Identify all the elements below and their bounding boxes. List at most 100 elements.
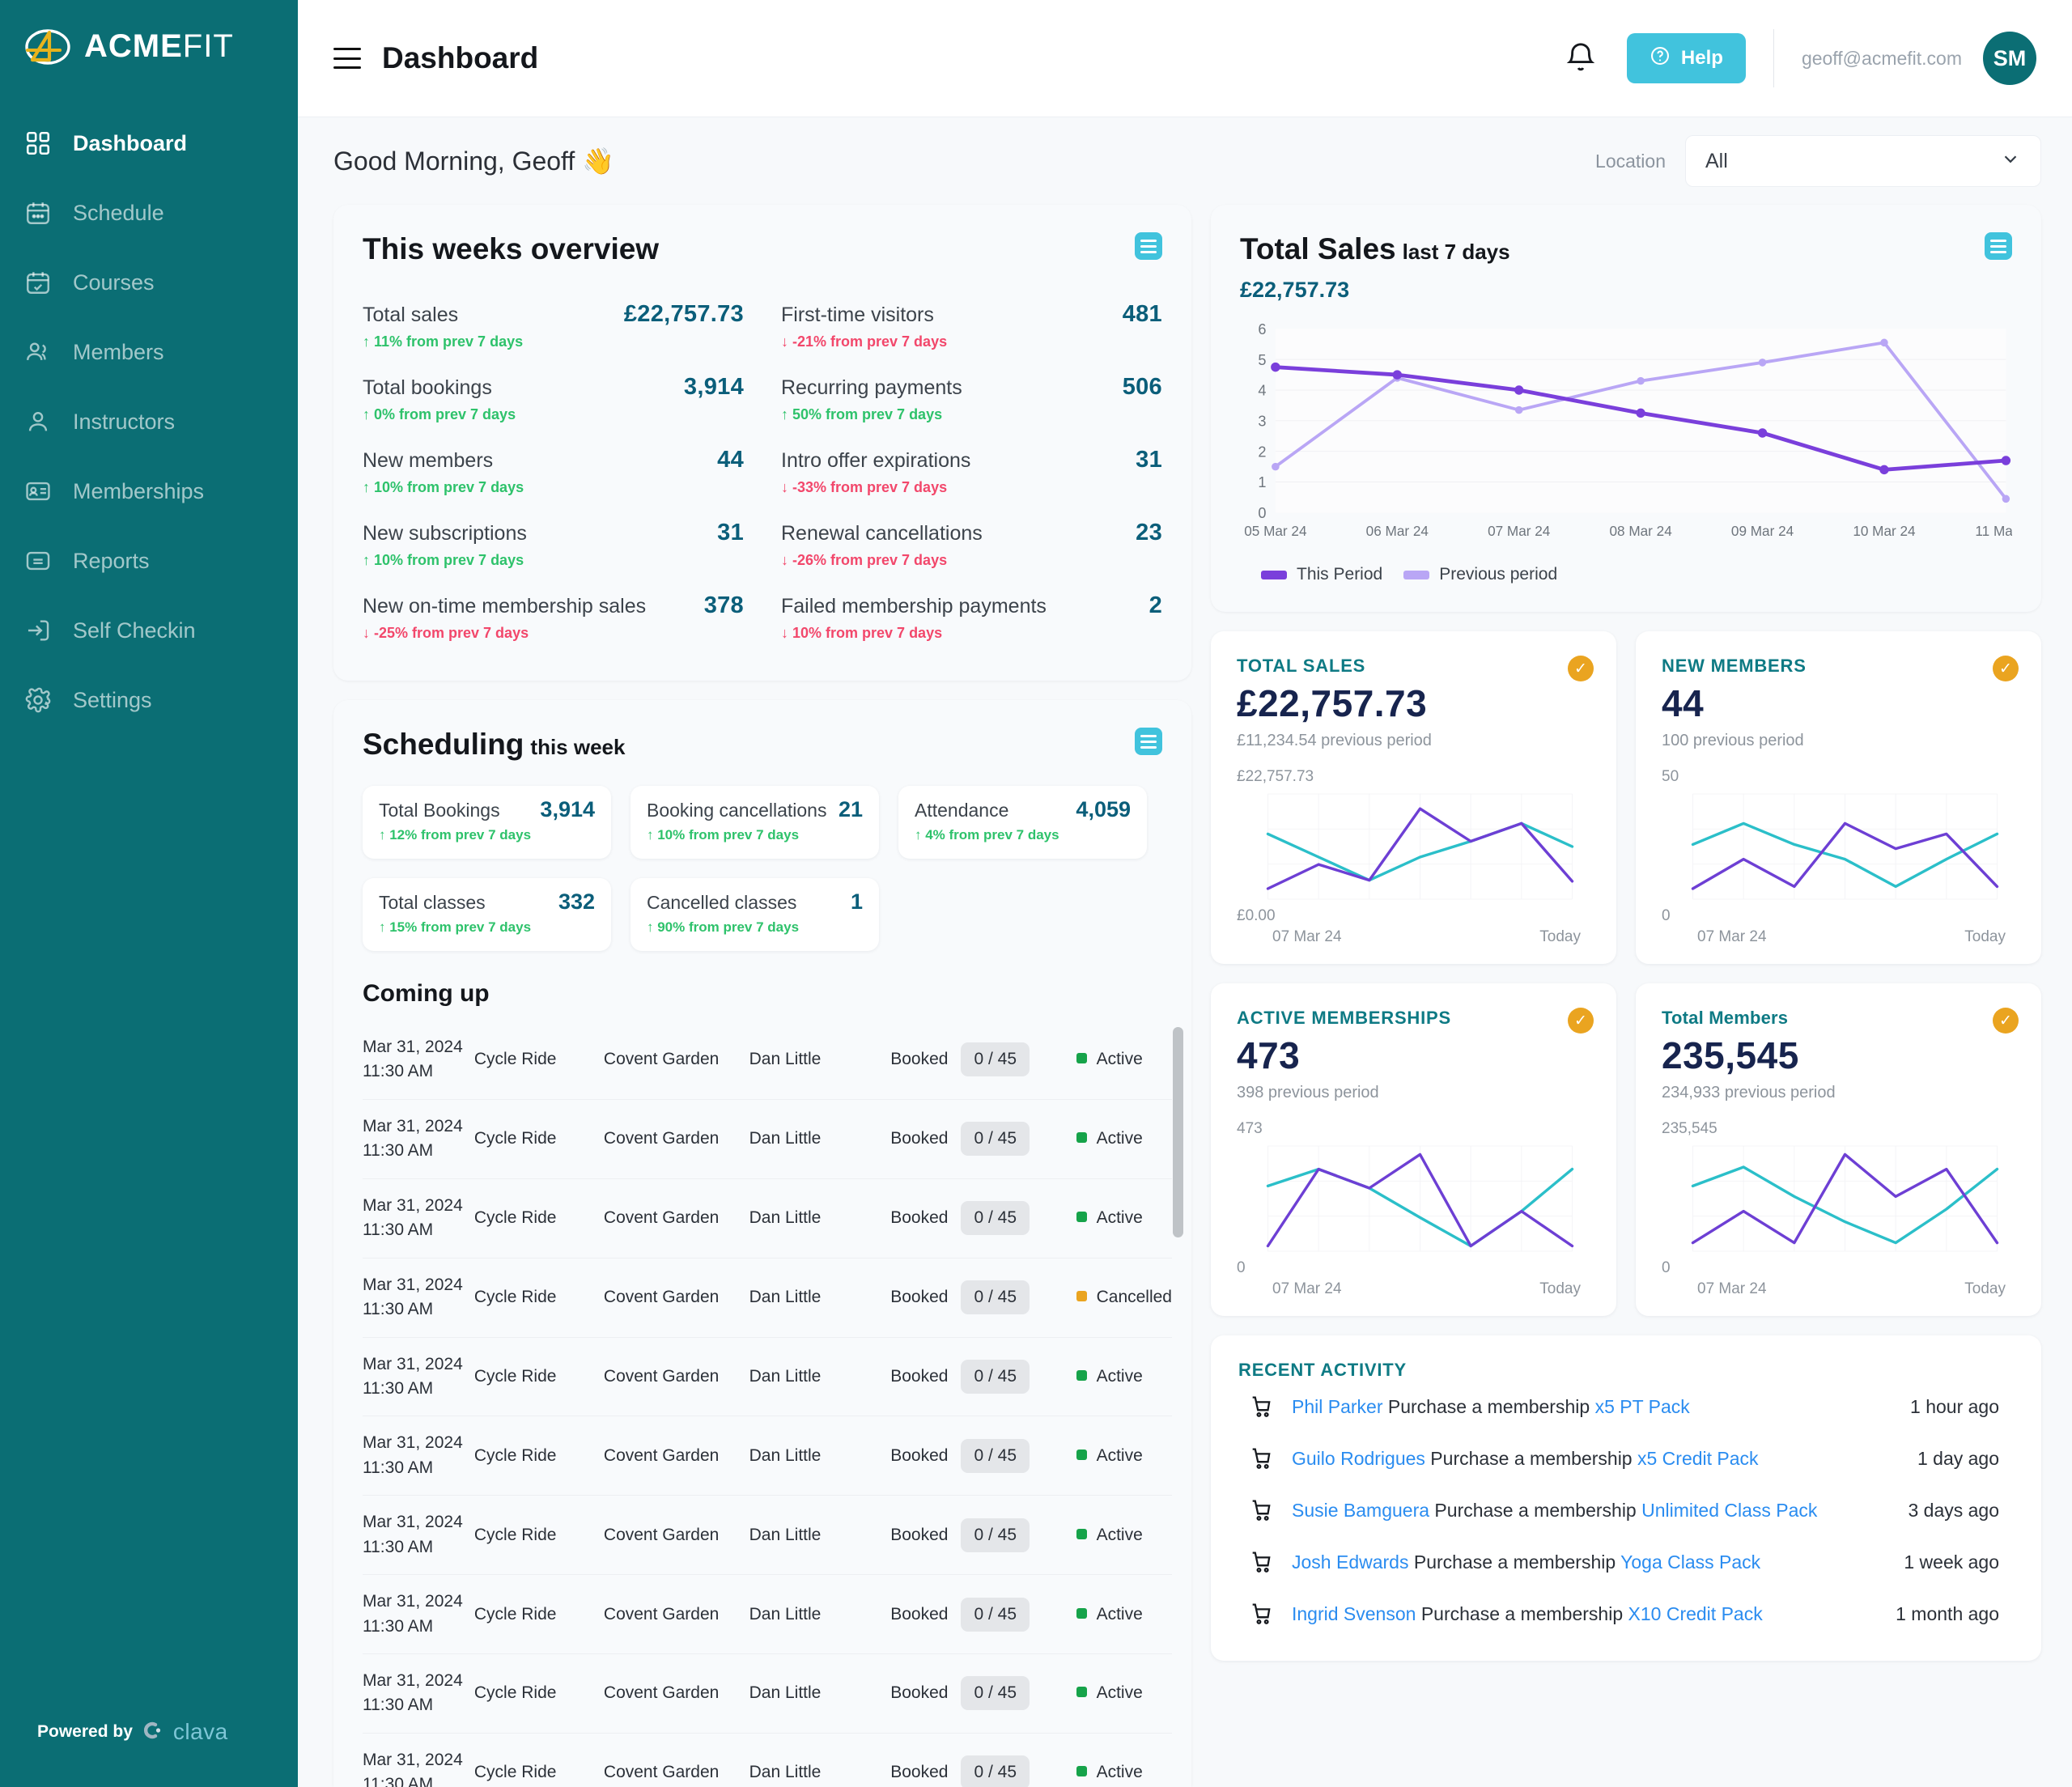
stat-label: Cancelled classes (647, 892, 797, 913)
sidebar-item-memberships[interactable]: Memberships (0, 456, 298, 526)
clava-logo-icon (142, 1720, 163, 1745)
table-row[interactable]: Mar 31, 2024 11:30 AM Cycle Ride Covent Gar… (363, 1258, 1172, 1337)
total-sales-options-icon[interactable] (1985, 232, 2012, 260)
location-select-value: All (1705, 149, 1728, 172)
hamburger-menu-icon[interactable] (333, 48, 361, 69)
svg-text:09 Mar 24: 09 Mar 24 (1731, 523, 1794, 539)
table-row[interactable]: Mar 31, 2024 11:30 AM Cycle Ride Covent Gar… (363, 1654, 1172, 1734)
stat-label: Total classes (379, 892, 486, 913)
activity-time: 1 hour ago (1910, 1395, 1999, 1417)
sidebar-item-self-checkin[interactable]: Self Checkin (0, 596, 298, 665)
metric-label: New subscriptions (363, 522, 527, 545)
check-circle-icon[interactable]: ✓ (1568, 1008, 1594, 1034)
kpi-previous: £11,234.54 previous period (1237, 732, 1432, 749)
sidebar-item-courses[interactable]: Courses (0, 248, 298, 317)
total-sales-chart-header: Total Sales last 7 days (1211, 205, 2041, 266)
activity-row[interactable]: Susie Bamguera Purchase a membership Unl… (1238, 1484, 2014, 1536)
svg-text:11 Mar 24: 11 Mar 24 (1975, 523, 2012, 539)
activity-person-link[interactable]: Guilo Rodrigues (1292, 1448, 1425, 1469)
kpi-previous: 398 previous period (1237, 1084, 1379, 1101)
sidebar-item-dashboard[interactable]: Dashboard (0, 108, 298, 178)
metric-delta: ↓ 10% from prev 7 days (781, 625, 943, 641)
activity-item-link[interactable]: Unlimited Class Pack (1641, 1500, 1817, 1521)
metric-item: Renewal cancellations 23 ↓ -26% from prev … (781, 507, 1162, 580)
activity-row[interactable]: Guilo Rodrigues Purchase a membership x5… (1238, 1433, 2014, 1484)
avatar[interactable]: SM (1983, 32, 2036, 85)
sidebar-item-members[interactable]: Members (0, 317, 298, 387)
cell-datetime: Mar 31, 2024 11:30 AM (363, 1750, 463, 1787)
app-logo-text: ACMEFIT (84, 28, 234, 64)
sidebar-item-label: Settings (73, 687, 152, 712)
check-circle-icon[interactable]: ✓ (1993, 1008, 2019, 1034)
kpi-spark-max: 235,545 (1662, 1120, 1717, 1137)
activity-item-link[interactable]: Yoga Class Pack (1620, 1551, 1760, 1573)
table-row[interactable]: Mar 31, 2024 11:30 AM Cycle Ride Covent Gar… (363, 1021, 1172, 1100)
check-circle-icon[interactable]: ✓ (1568, 656, 1594, 681)
app-logo[interactable]: ACMEFIT (0, 0, 298, 71)
sidebar-item-schedule[interactable]: Schedule (0, 178, 298, 248)
check-circle-icon[interactable]: ✓ (1993, 656, 2019, 681)
activity-item-link[interactable]: x5 Credit Pack (1637, 1448, 1759, 1469)
sidebar: ACMEFIT Dashboard Schedule Courses Membe… (0, 0, 298, 1787)
sidebar-item-label: Reports (73, 548, 150, 573)
cell-instructor: Dan Little (749, 1525, 822, 1544)
kpi-x-end: Today (1964, 1280, 2006, 1297)
activity-item-link[interactable]: x5 PT Pack (1595, 1396, 1690, 1417)
overview-options-icon[interactable] (1135, 232, 1162, 260)
svg-text:4: 4 (1258, 383, 1266, 399)
stat-card: Total Bookings 3,914 ↑ 12% from prev 7 day… (363, 786, 611, 859)
activity-time: 1 month ago (1896, 1602, 1999, 1624)
greeting-text: Good Morning, Geoff 👋 (333, 146, 614, 176)
location-select[interactable]: All (1685, 135, 2041, 187)
cell-datetime: Mar 31, 2024 11:30 AM (363, 1433, 463, 1477)
sidebar-item-instructors[interactable]: Instructors (0, 387, 298, 456)
activity-row[interactable]: Phil Parker Purchase a membership x5 PT … (1238, 1381, 2014, 1433)
metric-item: First-time visitors 481 ↓ -21% from prev 7… (781, 289, 1162, 362)
cell-location: Covent Garden (603, 1366, 720, 1386)
activity-person-link[interactable]: Phil Parker (1292, 1396, 1382, 1417)
cell-datetime: Mar 31, 2024 11:30 AM (363, 1513, 463, 1556)
kpi-label: ACTIVE MEMBERSHIPS (1237, 1008, 1451, 1028)
scheduling-options-icon[interactable] (1135, 728, 1162, 755)
kpi-previous: 100 previous period (1662, 732, 1804, 749)
cell-capacity: 0 / 45 (961, 1337, 1047, 1416)
table-row[interactable]: Mar 31, 2024 11:30 AM Cycle Ride Covent Gar… (363, 1337, 1172, 1416)
svg-text:6: 6 (1258, 321, 1266, 337)
table-row[interactable]: Mar 31, 2024 11:30 AM Cycle Ride Covent Gar… (363, 1416, 1172, 1496)
cell-class: Cycle Ride (473, 1129, 557, 1148)
activity-person-link[interactable]: Ingrid Svenson (1292, 1603, 1416, 1624)
activity-row[interactable]: Ingrid Svenson Purchase a membership X10… (1238, 1588, 2014, 1640)
sidebar-item-reports[interactable]: Reports (0, 526, 298, 596)
coming-up-scrollbar[interactable] (1173, 1027, 1183, 1237)
sidebar-item-settings[interactable]: Settings (0, 665, 298, 735)
activity-row[interactable]: Josh Edwards Purchase a membership Yoga … (1238, 1536, 2014, 1588)
table-row[interactable]: Mar 31, 2024 11:30 AM Cycle Ride Covent Gar… (363, 1099, 1172, 1179)
cell-capacity: 0 / 45 (961, 1258, 1047, 1337)
metric-value: 481 (1122, 301, 1162, 327)
table-row[interactable]: Mar 31, 2024 11:30 AM Cycle Ride Covent Gar… (363, 1496, 1172, 1575)
table-row[interactable]: Mar 31, 2024 11:30 AM Cycle Ride Covent Gar… (363, 1733, 1172, 1787)
notification-bell-icon[interactable] (1562, 40, 1599, 77)
activity-person-link[interactable]: Susie Bamguera (1292, 1500, 1429, 1521)
help-button[interactable]: Help (1626, 33, 1746, 83)
stat-delta: ↑ 15% from prev 7 days (379, 919, 532, 935)
table-row[interactable]: Mar 31, 2024 11:30 AM Cycle Ride Covent Gar… (363, 1178, 1172, 1259)
location-filter: Location All (1595, 135, 2041, 187)
stat-delta: ↑ 4% from prev 7 days (915, 827, 1059, 843)
right-column: Total Sales last 7 days £22,757.73 0 1 2 3 4 5… (1211, 205, 2041, 1787)
cell-class: Cycle Ride (473, 1050, 557, 1069)
total-sales-chart: 0 1 2 3 4 5 6 05 Mar 24 06 Mar 24 07 Mar 24 08 Mar… (1211, 303, 2041, 552)
coming-up-table: Mar 31, 2024 11:30 AM Cycle Ride Covent Gar… (363, 1021, 1172, 1787)
cell-location: Covent Garden (603, 1208, 720, 1228)
activity-person-link[interactable]: Josh Edwards (1292, 1551, 1408, 1573)
activity-text: Susie Bamguera Purchase a membership Unl… (1292, 1499, 1818, 1521)
metric-label: Renewal cancellations (781, 522, 983, 545)
metric-item: Total sales £22,757.73 ↑ 11% from prev 7 d… (363, 289, 744, 362)
cell-instructor: Dan Little (749, 1288, 822, 1307)
table-row[interactable]: Mar 31, 2024 11:30 AM Cycle Ride Covent Gar… (363, 1575, 1172, 1654)
metric-label: First-time visitors (781, 303, 934, 326)
cell-datetime: Mar 31, 2024 11:30 AM (363, 1275, 463, 1319)
status-dot-icon (1076, 1687, 1087, 1698)
activity-item-link[interactable]: X10 Credit Pack (1628, 1603, 1763, 1624)
chart-legend: This Period Previous period (1211, 552, 2041, 612)
